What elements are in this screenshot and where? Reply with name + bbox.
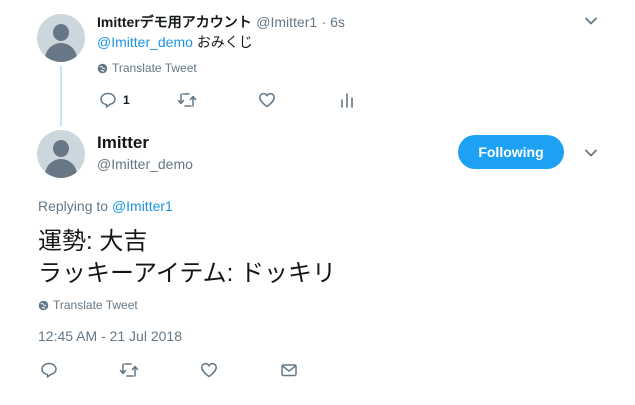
avatar-head [53, 24, 69, 41]
reply-icon [40, 361, 58, 379]
parent-reply-count: 1 [123, 93, 130, 107]
avatar-parent[interactable] [37, 14, 85, 62]
heart-icon [258, 91, 276, 109]
main-translate-label: Translate Tweet [53, 298, 138, 312]
main-handle[interactable]: @Imitter_demo [97, 156, 193, 172]
avatar-main[interactable] [37, 130, 85, 178]
parent-retweet-button[interactable] [177, 91, 197, 109]
main-retweet-button[interactable] [119, 361, 139, 379]
parent-tweet-text: @Imitter_demo おみくじ [97, 32, 253, 52]
main-tweet-timestamp[interactable]: 12:45 AM - 21 Jul 2018 [38, 328, 182, 344]
main-translate-link[interactable]: Translate Tweet [38, 298, 138, 312]
parent-text: おみくじ [196, 34, 253, 50]
main-reply-button[interactable] [40, 361, 58, 379]
avatar-body [45, 159, 77, 178]
main-direct-message-button[interactable] [280, 361, 298, 379]
parent-mention-link[interactable]: @Imitter_demo [97, 34, 193, 50]
thread-connector-line [60, 66, 62, 126]
replying-prefix: Replying to [38, 198, 109, 214]
globe-icon [97, 63, 108, 74]
parent-handle[interactable]: @Imitter1 [256, 14, 317, 30]
avatar-body [45, 43, 77, 62]
retweet-icon [177, 91, 197, 109]
main-display-name[interactable]: Imitter [97, 133, 149, 153]
parent-display-name[interactable]: Imitterデモ用アカウント [97, 14, 252, 30]
parent-reply-button[interactable]: 1 [99, 91, 130, 109]
envelope-icon [280, 361, 298, 379]
replying-to-line: Replying to @Imitter1 [38, 198, 173, 214]
parent-time[interactable]: · 6s [322, 14, 345, 30]
retweet-icon [119, 361, 139, 379]
main-tweet-line-1: 運勢: 大吉 [38, 228, 148, 255]
main-like-button[interactable] [200, 361, 218, 379]
main-tweet-menu-chevron-icon[interactable] [583, 145, 599, 161]
parent-translate-link[interactable]: Translate Tweet [97, 61, 197, 75]
parent-analytics-button[interactable] [339, 91, 355, 109]
parent-translate-label: Translate Tweet [112, 61, 197, 75]
replying-to-link[interactable]: @Imitter1 [112, 198, 173, 214]
globe-icon [38, 300, 49, 311]
avatar-head [53, 140, 69, 157]
reply-icon [99, 91, 117, 109]
main-tweet-line-2: ラッキーアイテム: ドッキリ [38, 260, 336, 287]
following-button[interactable]: Following [458, 135, 564, 169]
analytics-icon [339, 91, 355, 109]
heart-icon [200, 361, 218, 379]
main-tweet-text: 運勢: 大吉 ラッキーアイテム: ドッキリ [38, 226, 336, 290]
parent-tweet-menu-chevron-icon[interactable] [583, 13, 599, 29]
parent-like-button[interactable] [258, 91, 276, 109]
parent-tweet-header: Imitterデモ用アカウント @Imitter1 · 6s [97, 12, 345, 32]
